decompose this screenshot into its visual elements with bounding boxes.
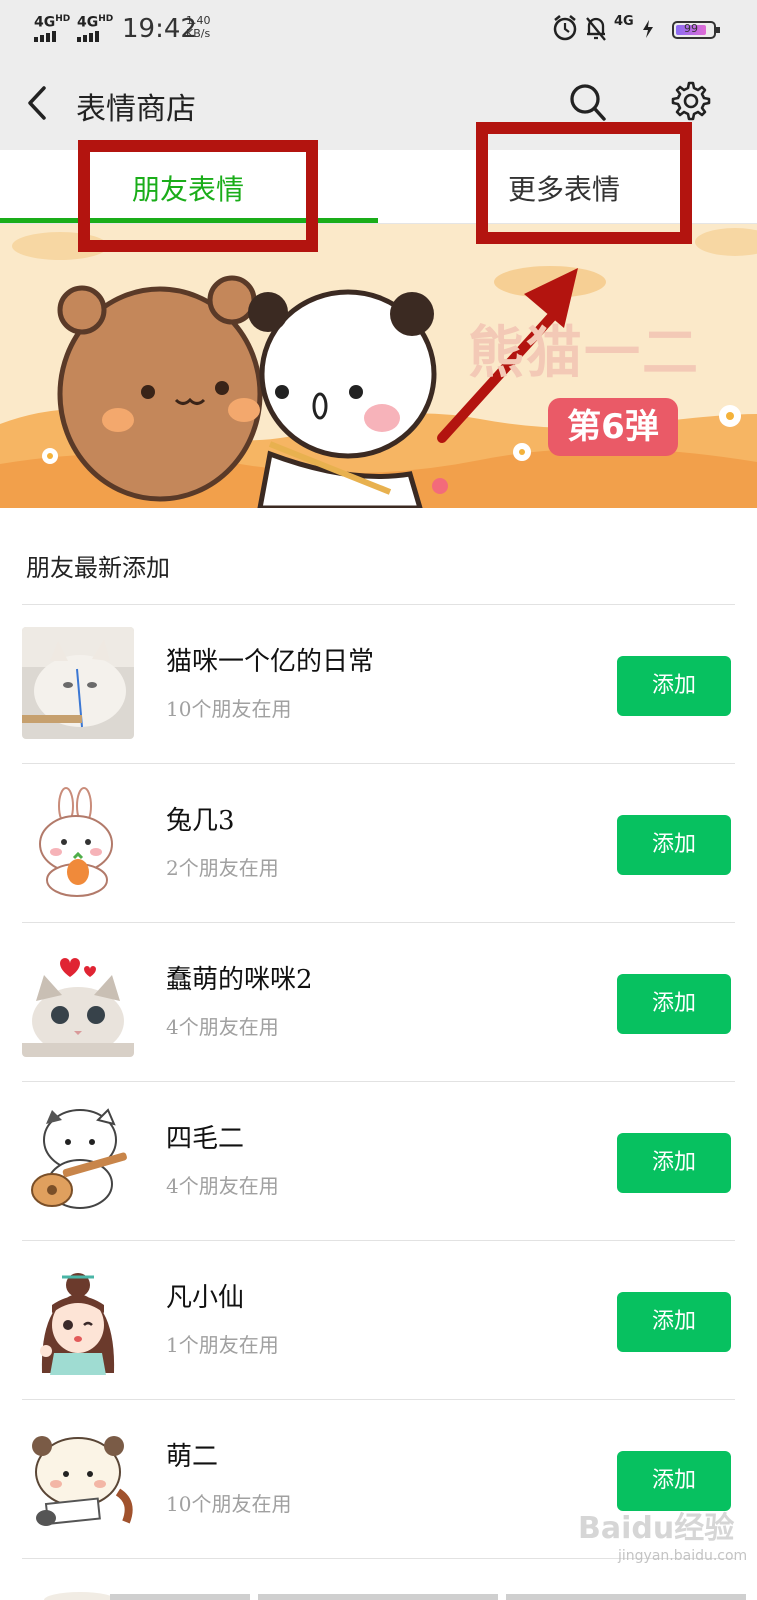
signal-2-label: 4GHD xyxy=(77,14,114,31)
sticker-users: 4个朋友在用 xyxy=(166,1015,279,1039)
sticker-users: 2个朋友在用 xyxy=(166,856,279,880)
add-button[interactable]: 添加 xyxy=(617,815,731,875)
banner-title: 熊猫一二 xyxy=(468,321,700,386)
mute-bell-icon xyxy=(586,17,606,41)
sticker-thumbnail xyxy=(22,945,134,1057)
list-item[interactable]: 猫咪一个亿的日常 10个朋友在用 添加 xyxy=(0,605,757,764)
back-arrow-icon[interactable] xyxy=(22,84,52,122)
annotation-box-friends xyxy=(78,140,318,252)
banner-subtitle: 第6弹 xyxy=(548,398,678,456)
signal-2-bars-icon xyxy=(77,31,99,42)
add-button[interactable]: 添加 xyxy=(617,1451,731,1511)
network-type: 4G xyxy=(614,14,634,29)
battery-icon: 99 xyxy=(672,21,716,39)
add-button[interactable]: 添加 xyxy=(617,1292,731,1352)
page-title: 表情商店 xyxy=(76,92,196,127)
sticker-name: 凡小仙 xyxy=(166,1283,245,1313)
sticker-users: 10个朋友在用 xyxy=(166,697,292,721)
sticker-name: 兔几3 xyxy=(166,806,235,836)
sticker-name: 蠢萌的咪咪2 xyxy=(166,965,313,995)
sticker-name: 猫咪一个亿的日常 xyxy=(166,647,375,677)
sticker-thumbnail xyxy=(22,1104,134,1216)
status-bar: 4GHD 4GHD 19:42 1.40 KB/s 4G 99 xyxy=(0,0,757,58)
promo-banner[interactable]: 熊猫一二 第6弹 xyxy=(0,224,757,508)
list-item[interactable]: 兔几3 2个朋友在用 添加 xyxy=(0,764,757,923)
next-row-peek xyxy=(0,1590,757,1600)
sticker-name: 萌二 xyxy=(166,1442,219,1472)
sticker-thumbnail xyxy=(22,1263,134,1375)
section-title: 朋友最新添加 xyxy=(26,554,170,582)
watermark-logo: Baidu经验 xyxy=(578,1511,735,1546)
signal-1-bars-icon xyxy=(34,31,56,42)
sticker-users: 4个朋友在用 xyxy=(166,1174,279,1198)
add-button[interactable]: 添加 xyxy=(617,656,731,716)
sticker-thumbnail xyxy=(22,1422,134,1534)
signal-1-label: 4GHD xyxy=(34,14,71,31)
add-button[interactable]: 添加 xyxy=(617,1133,731,1193)
alarm-icon xyxy=(553,15,577,41)
add-button[interactable]: 添加 xyxy=(617,974,731,1034)
sticker-thumbnail xyxy=(22,786,134,898)
search-icon[interactable] xyxy=(568,82,608,124)
network-speed: 1.40 KB/s xyxy=(186,14,211,40)
sticker-thumbnail xyxy=(22,627,134,739)
sticker-users: 1个朋友在用 xyxy=(166,1333,279,1357)
annotation-box-more xyxy=(476,122,692,244)
battery-tip-icon xyxy=(716,27,720,33)
sticker-name: 四毛二 xyxy=(166,1124,245,1154)
list-item[interactable]: 蠢萌的咪咪2 4个朋友在用 添加 xyxy=(0,923,757,1082)
list-item[interactable]: 四毛二 4个朋友在用 添加 xyxy=(0,1082,757,1241)
gear-icon[interactable] xyxy=(670,80,712,122)
list-item[interactable]: 凡小仙 1个朋友在用 添加 xyxy=(0,1241,757,1400)
watermark-url: jingyan.baidu.com xyxy=(618,1548,748,1564)
charging-icon xyxy=(643,20,653,38)
sticker-users: 10个朋友在用 xyxy=(166,1492,292,1516)
